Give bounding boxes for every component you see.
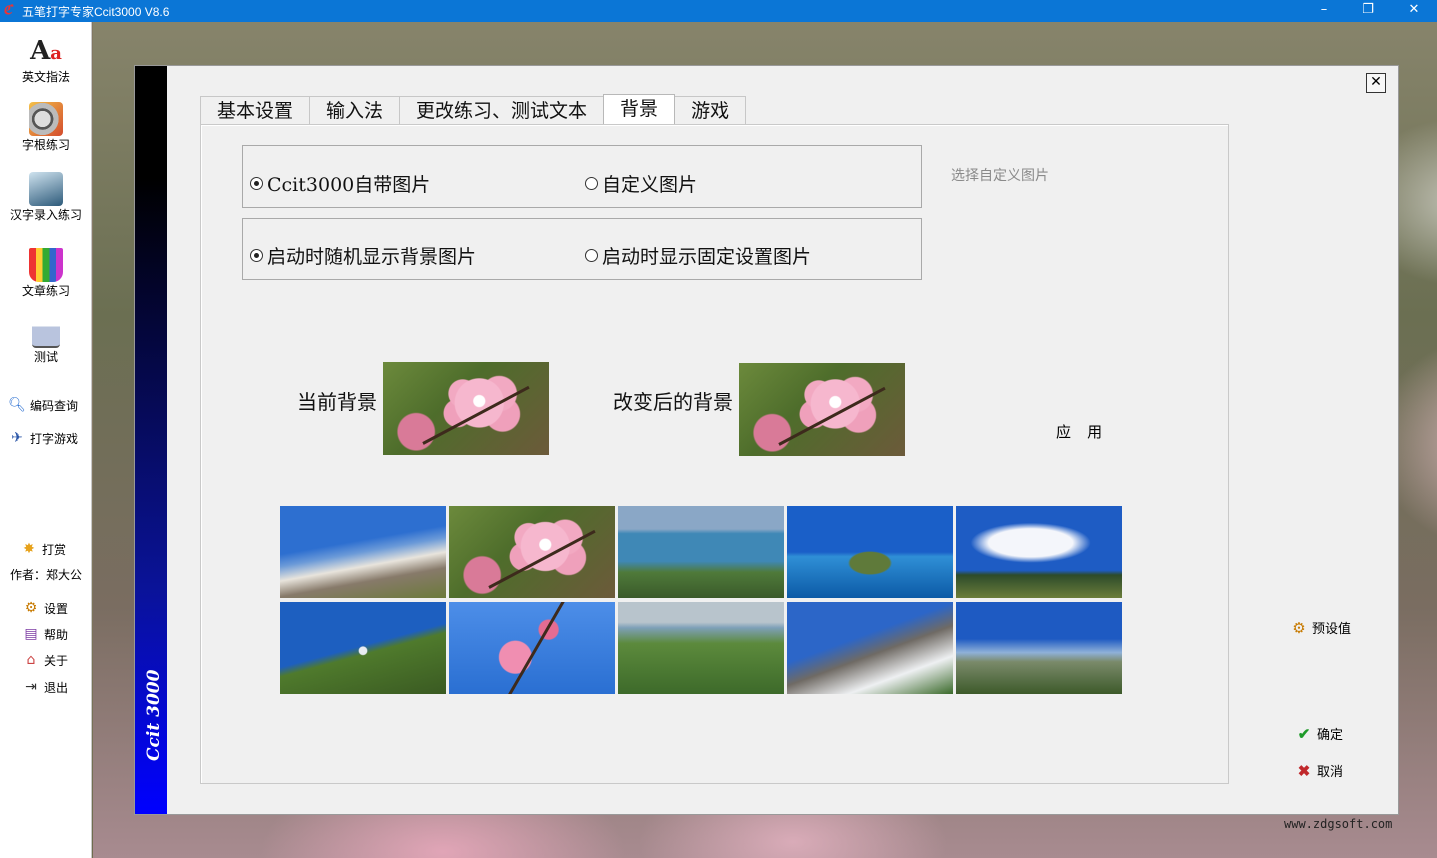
- startup-mode-group: 启动时随机显示背景图片 启动时显示固定设置图片: [242, 218, 922, 280]
- gallery-thumb[interactable]: [787, 506, 953, 598]
- ok-button[interactable]: ✔ 确定: [1295, 724, 1343, 743]
- gallery-thumb[interactable]: [618, 506, 784, 598]
- cross-icon: ✖: [1297, 762, 1311, 780]
- tab-bar: 基本设置 输入法 更改练习、测试文本 背景 游戏: [200, 94, 747, 124]
- app-logo-icon: ℭ: [3, 3, 13, 18]
- radio-fixed-on-start[interactable]: 启动时显示固定设置图片: [585, 242, 811, 269]
- radio-label: 启动时随机显示背景图片: [267, 246, 477, 268]
- cancel-button[interactable]: ✖ 取消: [1295, 761, 1343, 780]
- radio-label: Ccit3000自带图片: [267, 174, 431, 196]
- checkmark-icon: ✔: [1297, 725, 1311, 743]
- gallery-thumb[interactable]: [956, 602, 1122, 694]
- sidebar-item-label: 文章练习: [21, 284, 70, 298]
- minimize-button[interactable]: –: [1301, 0, 1347, 22]
- menu-label: 帮助: [44, 627, 69, 642]
- gallery-thumb[interactable]: [280, 506, 446, 598]
- choose-custom-image-link[interactable]: 选择自定义图片: [951, 165, 1049, 185]
- sidebar-item-label: 测试: [33, 350, 58, 364]
- radio-dot: [585, 177, 598, 190]
- sidebar-item-label: 编码查询: [30, 398, 79, 413]
- menu-settings[interactable]: ⚙ 设置: [22, 599, 68, 617]
- apply-button[interactable]: 应 用: [1056, 421, 1108, 442]
- website-watermark: www.zdgsoft.com: [1284, 817, 1393, 831]
- current-background-label: 当前背景: [297, 390, 377, 414]
- gear-icon: ⚙: [24, 600, 38, 616]
- gallery-thumb[interactable]: [449, 506, 615, 598]
- preset-label: 预设值: [1312, 621, 1352, 636]
- menu-about[interactable]: ⌂ 关于: [22, 651, 68, 669]
- gallery-thumb[interactable]: [449, 602, 615, 694]
- sidebar-item-typing-game[interactable]: ✈ 打字游戏: [8, 429, 78, 447]
- sidebar-item-test[interactable]: 测试: [0, 318, 92, 365]
- tab-basic-settings[interactable]: 基本设置: [200, 96, 311, 124]
- radio-random-on-start[interactable]: 启动时随机显示背景图片: [250, 242, 476, 269]
- menu-exit[interactable]: ⇥ 退出: [22, 678, 68, 696]
- radio-dot-selected: [250, 249, 263, 262]
- film-reel-icon: [29, 102, 63, 136]
- typing-person-icon: [29, 172, 63, 206]
- title-bar: ℭ 五笔打字专家Ccit3000 V8.6 – ❐ ✕: [0, 0, 1437, 22]
- changed-background-preview: [739, 363, 905, 456]
- gallery-thumb[interactable]: [280, 602, 446, 694]
- menu-label: 退出: [44, 680, 69, 695]
- menu-label: 设置: [44, 601, 69, 616]
- image-source-group: Ccit3000自带图片 自定义图片: [242, 145, 922, 208]
- sidebar-item-label: 英文指法: [21, 70, 70, 84]
- book-icon: ▤: [24, 626, 38, 642]
- radio-dot-selected: [250, 177, 263, 190]
- cancel-label: 取消: [1317, 764, 1344, 779]
- sidebar-item-chinese-input-practice[interactable]: 汉字录入练习: [0, 172, 92, 223]
- brand-strip: Ccit 3000: [135, 66, 167, 814]
- tab-input-method[interactable]: 输入法: [309, 96, 401, 124]
- author-text: 作者：郑大公: [10, 568, 83, 582]
- sidebar-item-label: 字根练习: [21, 138, 70, 152]
- ok-label: 确定: [1317, 727, 1344, 742]
- radio-custom-images[interactable]: 自定义图片: [585, 170, 697, 197]
- menu-label: 关于: [44, 653, 69, 668]
- changed-background-label: 改变后的背景: [613, 390, 733, 414]
- joystick-icon: ✈: [11, 430, 23, 446]
- sidebar-item-code-lookup[interactable]: 🔍︎ 编码查询: [8, 396, 78, 414]
- sidebar-item-label: 汉字录入练习: [9, 208, 82, 222]
- tab-background[interactable]: 背景: [603, 94, 676, 124]
- donate-label: 打赏: [42, 542, 67, 557]
- radio-label: 自定义图片: [602, 174, 698, 196]
- radio-dot: [585, 249, 598, 262]
- preset-button[interactable]: ⚙ 预设值: [1290, 618, 1351, 637]
- gear-icon: ⚙: [1292, 619, 1306, 637]
- close-window-button[interactable]: ✕: [1391, 0, 1437, 22]
- letters-aa-icon: Aa: [30, 36, 62, 66]
- sidebar: Aa 英文指法 字根练习 汉字录入练习 文章练习 测试 🔍︎ 编码查询 ✈ 打字…: [0, 22, 92, 858]
- house-icon: ⌂: [26, 652, 36, 668]
- donate-button[interactable]: ✸ 打赏: [20, 540, 66, 558]
- exit-icon: ⇥: [25, 679, 37, 695]
- sidebar-item-radical-practice[interactable]: 字根练习: [0, 102, 92, 153]
- brand-text: Ccit 3000: [144, 669, 164, 761]
- podium-icon: [32, 318, 60, 348]
- pencil-cup-icon: [29, 248, 63, 282]
- gallery-thumb[interactable]: [956, 506, 1122, 598]
- menu-help[interactable]: ▤ 帮助: [22, 625, 68, 643]
- sidebar-item-label: 打字游戏: [30, 431, 79, 446]
- magnifier-icon: 🔍︎: [8, 397, 26, 413]
- settings-dialog: Ccit 3000 ✕ 基本设置 输入法 更改练习、测试文本 背景 游戏 Cci…: [134, 65, 1399, 815]
- radio-builtin-images[interactable]: Ccit3000自带图片: [250, 170, 430, 197]
- gallery-thumb[interactable]: [618, 602, 784, 694]
- tab-change-texts[interactable]: 更改练习、测试文本: [399, 96, 605, 124]
- current-background-preview: [383, 362, 549, 455]
- radio-label: 启动时显示固定设置图片: [602, 246, 812, 268]
- gallery-thumb[interactable]: [787, 602, 953, 694]
- window-title: 五笔打字专家Ccit3000 V8.6: [22, 5, 170, 19]
- dialog-close-button[interactable]: ✕: [1366, 73, 1386, 93]
- tab-games[interactable]: 游戏: [674, 96, 747, 124]
- coin-icon: ✸: [23, 541, 35, 557]
- restore-button[interactable]: ❐: [1345, 0, 1391, 22]
- sidebar-item-article-practice[interactable]: 文章练习: [0, 248, 92, 299]
- sidebar-item-english-fingering[interactable]: Aa 英文指法: [0, 34, 92, 85]
